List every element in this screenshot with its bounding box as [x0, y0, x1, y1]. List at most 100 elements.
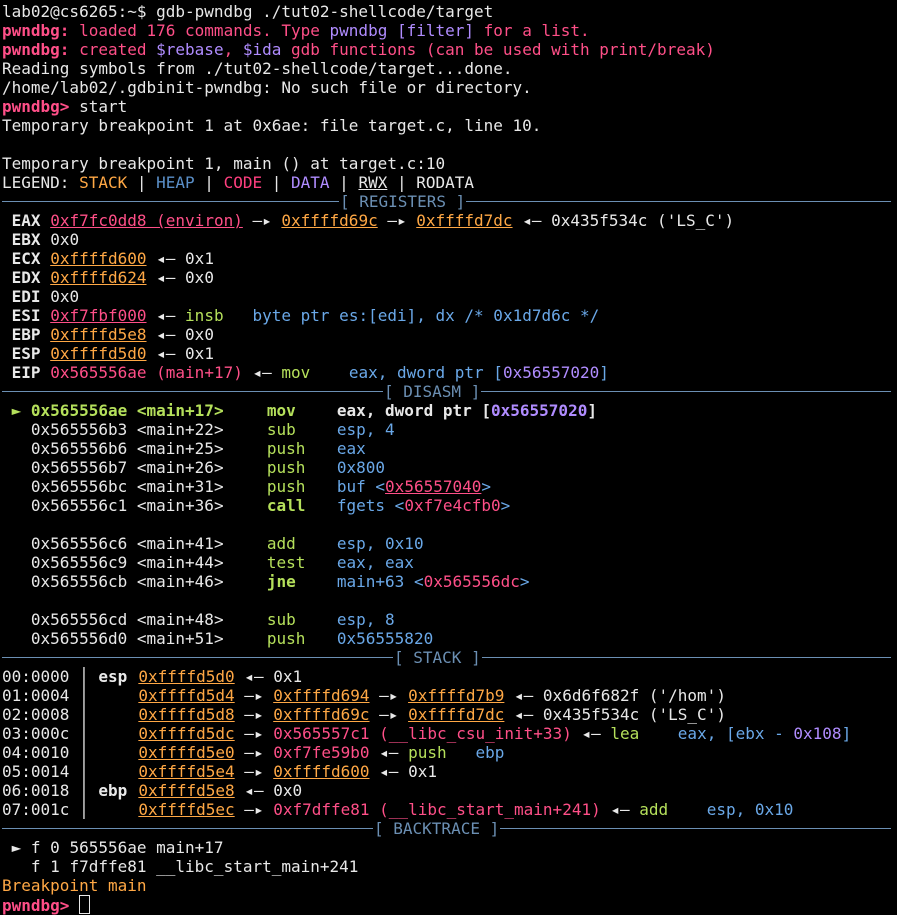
- instruction-symbol: <main+26>: [136, 458, 224, 477]
- stack-row: 01:0004 │ 0xffffd5d4 —▸ 0xffffd694 —▸ 0x…: [2, 686, 897, 705]
- frame-marker: [2, 857, 31, 876]
- current-instruction-marker: [2, 629, 31, 648]
- stack-value: ◂—: [571, 724, 611, 743]
- shell-command: lab02@cs6265:~$ gdb-pwndbg ./tut02-shell…: [2, 2, 494, 21]
- stack-value: 0xffffd7dc: [408, 705, 505, 724]
- breakpoint-main-line: Breakpoint main: [2, 876, 897, 895]
- register-value: —▸: [242, 211, 282, 230]
- stack-value: 0xffffd5e0: [138, 743, 235, 762]
- instruction-mnemonic: add: [266, 534, 296, 553]
- stack-register: [98, 724, 138, 743]
- stack-register: esp: [98, 667, 128, 686]
- rebase-func: $rebase: [156, 40, 224, 59]
- register-value: ◂—: [242, 363, 282, 382]
- register-value: eax, dword ptr [: [348, 363, 503, 382]
- register-value: 0xffffd5d0: [50, 344, 147, 363]
- stack-value: eax, [ebx -: [677, 724, 794, 743]
- disasm-row: 0x565556bc <main+31> push buf <0x56557040>: [2, 477, 897, 496]
- register-value: 0x0: [50, 287, 80, 306]
- stack-register: [98, 705, 138, 724]
- instruction-operand: >: [481, 477, 492, 496]
- stack-value: [447, 743, 476, 762]
- stack-value: —▸: [234, 705, 274, 724]
- instruction-operand: 0x56557040: [385, 477, 482, 496]
- divider: │: [69, 724, 99, 743]
- instruction-address: 0x565556cb: [30, 572, 128, 591]
- legend-sep: |: [262, 173, 292, 192]
- register-value: 0xffffd5e8: [50, 325, 147, 344]
- instruction-symbol: <main+36>: [136, 496, 224, 515]
- register-value: mov: [281, 363, 311, 382]
- text-cursor[interactable]: [79, 895, 91, 914]
- current-instruction-marker: ►: [2, 401, 31, 420]
- register-value: 0xffffd600: [50, 249, 147, 268]
- input-prompt-line[interactable]: pwndbg>: [2, 895, 897, 915]
- stack-value: ◂— 0x0: [234, 781, 303, 800]
- register-value: ◂— 0x1: [146, 249, 214, 268]
- instruction-address: 0x565556b7: [30, 458, 128, 477]
- breakpoint-hit-text: Temporary breakpoint 1, main () at targe…: [2, 154, 446, 173]
- reading-symbols-line: Reading symbols from ./tut02-shellcode/t…: [2, 59, 897, 78]
- register-value: ◂— 0x0: [146, 268, 214, 287]
- stack-value: —▸: [234, 762, 274, 781]
- stack-value: 0xf7dffe81 (__libc_start_main+241): [273, 800, 601, 819]
- stack-row: 00:0000 │ esp 0xffffd5d0 ◂— 0x1: [2, 667, 897, 686]
- stack-value: ]: [841, 724, 852, 743]
- loaded-tail: for a list.: [474, 21, 590, 40]
- stack-value: 0xffffd5e4: [138, 762, 235, 781]
- stack-register: [98, 743, 138, 762]
- terminal-window[interactable]: lab02@cs6265:~$ gdb-pwndbg ./tut02-shell…: [0, 0, 897, 915]
- gdbinit-text: /home/lab02/.gdbinit-pwndbg: No such fil…: [2, 78, 532, 97]
- stack-value: 0x108: [793, 724, 842, 743]
- register-value: 0xffffd7dc: [416, 211, 513, 230]
- current-instruction-marker: [2, 439, 31, 458]
- instruction-operand: esp, 8: [336, 610, 395, 629]
- instruction-symbol: <main+22>: [136, 420, 224, 439]
- created-tail: gdb functions (can be used with print/br…: [281, 40, 715, 59]
- stack-value: ◂—: [600, 800, 640, 819]
- legend-rwx: RWX: [358, 173, 388, 192]
- frame-marker: ►: [2, 838, 31, 857]
- register-name: EDI: [11, 287, 41, 306]
- stack-value: 0xffffd69c: [273, 705, 370, 724]
- stack-header: [ STACK ]: [393, 648, 482, 667]
- stack-offset: 07:001c: [2, 800, 70, 819]
- ida-func: $ida: [242, 40, 282, 59]
- pwndbg-label: pwndbg:: [2, 40, 70, 59]
- divider: │: [69, 705, 99, 724]
- stack-offset: 04:0010: [2, 743, 70, 762]
- register-value: ◂— 0x1: [146, 344, 214, 363]
- disasm-panel: ► 0x565556ae <main+17> mov eax, dword ptr …: [2, 401, 897, 648]
- disasm-row: 0x565556c6 <main+41> add esp, 0x10: [2, 534, 897, 553]
- register-row: EDI 0x0: [2, 287, 897, 306]
- stack-value: 0xffffd5dc: [138, 724, 235, 743]
- register-value: 0xf7fc0dd8 (environ): [50, 211, 243, 230]
- register-name: EBX: [11, 230, 41, 249]
- divider: │: [69, 743, 99, 762]
- instruction-address: 0x565556ae: [30, 401, 128, 420]
- disasm-row: 0x565556c9 <main+44> test eax, eax: [2, 553, 897, 572]
- disasm-row: 0x565556b6 <main+25> push eax: [2, 439, 897, 458]
- backtrace-frame: f 1 f7dffe81 __libc_start_main+241: [2, 857, 897, 876]
- divider: │: [69, 800, 99, 819]
- register-value: 0x56557020: [502, 363, 600, 382]
- current-instruction-marker: [2, 534, 31, 553]
- stack-row: 05:0014 │ 0xffffd5e4 —▸ 0xffffd600 ◂— 0x…: [2, 762, 897, 781]
- instruction-mnemonic: jne: [266, 572, 296, 591]
- register-row: EDX 0xffffd624 ◂— 0x0: [2, 268, 897, 287]
- stack-offset: 00:0000: [2, 667, 70, 686]
